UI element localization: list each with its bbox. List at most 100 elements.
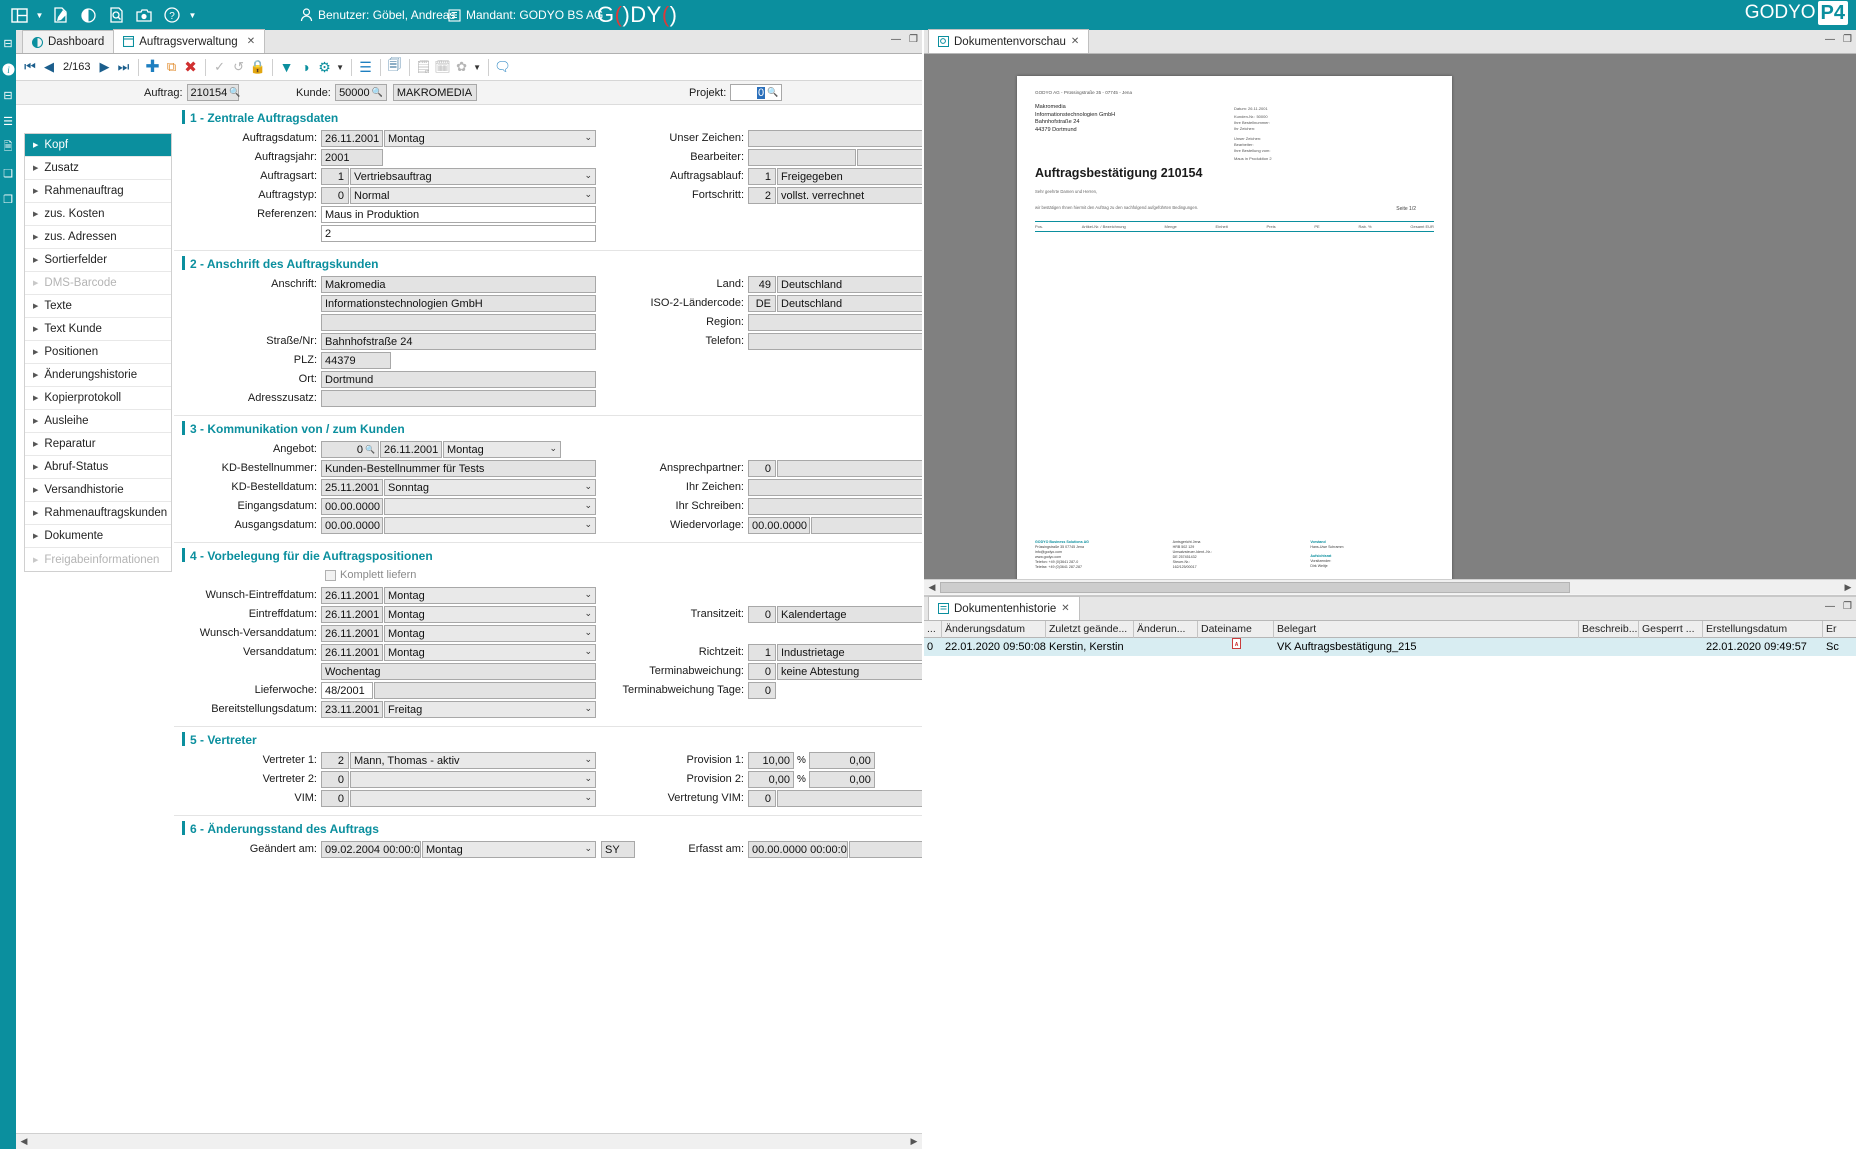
vim-code-input[interactable]: 0 [321, 790, 349, 807]
col-index[interactable]: ... [924, 621, 942, 638]
lock-icon[interactable]: 🔒 [249, 56, 267, 78]
search-icon[interactable]: 🔍 [372, 87, 383, 98]
versand-weekday-select[interactable]: Montag⌄ [384, 644, 596, 661]
projekt-input[interactable]: 0 🔍 [730, 84, 782, 101]
vertreter2-code-input[interactable]: 0 [321, 771, 349, 788]
moon-icon[interactable] [75, 3, 101, 27]
rail-pin2-icon[interactable]: ⊟ [0, 82, 16, 108]
col-gesperrt[interactable]: Gesperrt ... [1639, 621, 1703, 638]
search-settings-icon[interactable]: ⚙ [316, 56, 334, 78]
preview-scroll-left-arrow[interactable]: ◀ [924, 582, 940, 593]
kd-bestellnummer-input[interactable]: Kunden-Bestellnummer für Tests [321, 460, 596, 477]
confirm-button[interactable]: ✓ [211, 56, 229, 78]
kd-bestelldatum-input[interactable]: 25.11.2001 [321, 479, 383, 496]
adresszusatz-input[interactable] [321, 390, 596, 407]
geaendert-weekday-select[interactable]: Montag⌄ [422, 841, 596, 858]
col-beschreibung[interactable]: Beschreib... [1579, 621, 1639, 638]
sidebar-item-aenderungshistorie[interactable]: ▶Änderungshistorie [25, 364, 171, 387]
comment-icon[interactable]: 🗨 [494, 56, 512, 78]
user-indicator[interactable]: Benutzer: Göbel, Andreas [300, 0, 455, 30]
versand-input[interactable]: 26.11.2001 [321, 644, 383, 661]
sidebar-item-positionen[interactable]: ▶Positionen [25, 341, 171, 364]
unser-zeichen-input[interactable] [748, 130, 922, 147]
rail-pin-icon[interactable]: ⊟ [0, 30, 16, 56]
ihr-schreiben-input[interactable] [748, 498, 922, 515]
preview-horizontal-scrollbar[interactable]: ◀ ▶ [924, 579, 1856, 594]
ansprechpartner-code-input[interactable]: 0 [748, 460, 776, 477]
rail-doc-icon[interactable]: 🗎 [0, 134, 16, 160]
eintreff-weekday-select[interactable]: Montag⌄ [384, 606, 596, 623]
referenzen-input-2[interactable]: 2 [321, 225, 596, 242]
settings-icon[interactable]: ✿ [453, 56, 471, 78]
tab-dokumentenvorschau[interactable]: Dokumentenvorschau ✕ [928, 29, 1089, 53]
rail-window-icon[interactable]: ❏ [0, 160, 16, 186]
sidebar-item-ausleihe[interactable]: ▶Ausleihe [25, 410, 171, 433]
settings-dropdown-caret[interactable]: ▼ [472, 63, 483, 72]
filter-icon[interactable]: ▼ [278, 56, 296, 78]
eintreff-input[interactable]: 26.11.2001 [321, 606, 383, 623]
fortschritt-code-input[interactable]: 2 [748, 187, 776, 204]
iso-code-input[interactable]: DE [748, 295, 776, 312]
report-icon[interactable]: 🗒 [415, 56, 433, 78]
ausgangsdatum-weekday-select[interactable]: ⌄ [384, 517, 596, 534]
wiedervorlage-input[interactable]: 00.00.0000 [748, 517, 810, 534]
scroll-left-arrow[interactable]: ◀ [16, 1136, 32, 1147]
tab-dashboard[interactable]: Dashboard [22, 30, 114, 53]
tab-auftragsverwaltung[interactable]: Auftragsverwaltung ✕ [113, 29, 265, 53]
bearbeiter-input[interactable] [748, 149, 856, 166]
region-input[interactable] [748, 314, 922, 331]
auftragsdatum-input[interactable]: 26.11.2001 [321, 130, 383, 147]
ausgangsdatum-input[interactable]: 00.00.0000 [321, 517, 383, 534]
vertreter2-select[interactable]: ⌄ [350, 771, 596, 788]
rail-list-icon[interactable]: ☰ [0, 108, 16, 134]
sidebar-item-sortierfelder[interactable]: ▶Sortierfelder [25, 249, 171, 272]
auftrag-input[interactable]: 210154 🔍 [187, 84, 239, 101]
wunsch-versand-weekday-select[interactable]: Montag⌄ [384, 625, 596, 642]
help-dropdown-caret[interactable]: ▼ [187, 11, 198, 20]
plz-input[interactable]: 44379 [321, 352, 391, 369]
telefon-input[interactable] [748, 333, 922, 350]
sidebar-item-zus-kosten[interactable]: ▶zus. Kosten [25, 203, 171, 226]
last-record-button[interactable]: ⏭ [115, 56, 133, 78]
bereitstellung-weekday-select[interactable]: Freitag⌄ [384, 701, 596, 718]
preview-scroll-thumb[interactable] [940, 582, 1570, 593]
wunsch-eintreff-input[interactable]: 26.11.2001 [321, 587, 383, 604]
sidebar-item-zus-adressen[interactable]: ▶zus. Adressen [25, 226, 171, 249]
search-dropdown-caret[interactable]: ▼ [335, 63, 346, 72]
maximize-icon[interactable]: ❐ [1843, 601, 1852, 612]
auftragstyp-code-input[interactable]: 0 [321, 187, 349, 204]
anschrift-line2-input[interactable]: Informationstechnologien GmbH [321, 295, 596, 312]
search-icon[interactable]: 🔍 [365, 445, 375, 454]
card-view-icon[interactable]: 🗐 [386, 56, 404, 78]
wunsch-versand-input[interactable]: 26.11.2001 [321, 625, 383, 642]
tab-dokumentenhistorie[interactable]: Dokumentenhistorie ✕ [928, 596, 1080, 620]
sidebar-item-text-kunde[interactable]: ▶Text Kunde [25, 318, 171, 341]
angebot-number-input[interactable]: 0🔍 [321, 441, 379, 458]
help-icon[interactable]: ? [159, 3, 185, 27]
sidebar-item-dokumente[interactable]: ▶Dokumente [25, 525, 171, 548]
undo-button[interactable]: ↺ [230, 56, 248, 78]
close-icon[interactable]: ✕ [1061, 603, 1069, 614]
vertretung-vim-input[interactable]: 0 [748, 790, 776, 807]
document-preview-area[interactable]: GODYO AG - Prüssingstraße 35 - 07745 - J… [924, 54, 1856, 594]
sidebar-item-abruf-status[interactable]: ▶Abruf-Status [25, 456, 171, 479]
auftragsart-select[interactable]: Vertriebsauftrag⌄ [350, 168, 596, 185]
delete-record-button[interactable]: ✖ [182, 56, 200, 78]
col-aenderung[interactable]: Änderun... [1134, 621, 1198, 638]
provision1-input[interactable]: 10,00 [748, 752, 794, 769]
minimize-icon[interactable]: — [1825, 34, 1835, 45]
add-record-button[interactable]: ✚ [144, 56, 162, 78]
provision2-input[interactable]: 0,00 [748, 771, 794, 788]
auftragsablauf-code-input[interactable]: 1 [748, 168, 776, 185]
wochentag-input[interactable]: Wochentag [321, 663, 596, 680]
search-icon[interactable]: 🔍 [767, 87, 778, 98]
close-icon[interactable]: ✕ [1071, 36, 1079, 47]
table-row[interactable]: 0 22.01.2020 09:50:08 Kerstin, Kerstin A… [924, 638, 1856, 656]
transitzeit-code-input[interactable]: 0 [748, 606, 776, 623]
auftragsjahr-input[interactable]: 2001 [321, 149, 383, 166]
komplett-liefern-checkbox[interactable] [325, 570, 336, 581]
anschrift-line1-input[interactable]: Makromedia [321, 276, 596, 293]
search-icon[interactable]: 🔍 [229, 87, 240, 98]
provision1-amount-input[interactable]: 0,00 [809, 752, 875, 769]
refresh-icon[interactable]: ◑ [297, 56, 315, 78]
